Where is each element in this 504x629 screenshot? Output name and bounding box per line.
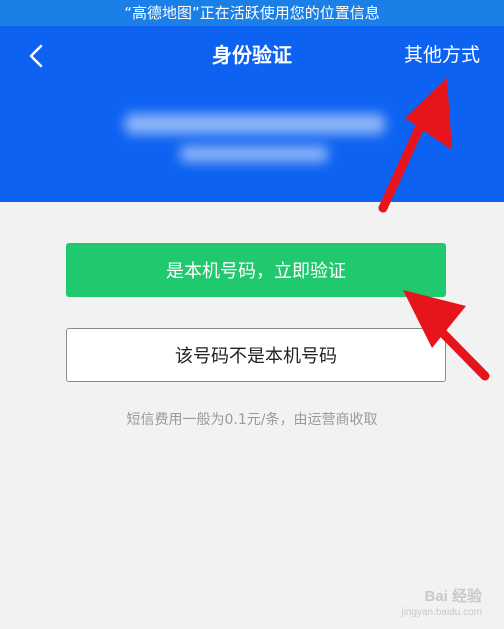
other-methods-button[interactable]: 其他方式 (404, 40, 480, 70)
location-status-banner[interactable]: “高德地图”正在活跃使用您的位置信息 (0, 0, 504, 26)
not-own-number-button[interactable]: 该号码不是本机号码 (66, 328, 446, 382)
sms-fee-note: 短信费用一般为0.1元/条，由运营商收取 (126, 412, 378, 428)
location-status-text: “高德地图”正在活跃使用您的位置信息 (124, 4, 380, 22)
confirm-button-label: 是本机号码，立即验证 (166, 261, 346, 282)
baidu-jingyan-watermark: Bai 经验 jingyan.baidu.com (362, 583, 482, 623)
not-own-number-label: 该号码不是本机号码 (175, 346, 337, 367)
confirm-own-number-button[interactable]: 是本机号码，立即验证 (66, 243, 446, 297)
masked-phone-subtext (180, 146, 328, 162)
phone-screen: “高德地图”正在活跃使用您的位置信息 身份验证 其他方式 是本机号码，立即验证 … (0, 0, 504, 629)
watermark-url: jingyan.baidu.com (401, 607, 482, 618)
watermark-brand: Bai 经验 (424, 588, 482, 605)
content: 是本机号码，立即验证 该号码不是本机号码 短信费用一般为0.1元/条，由运营商收… (0, 202, 504, 629)
header: 身份验证 其他方式 (0, 26, 504, 202)
masked-phone-number (125, 114, 385, 134)
